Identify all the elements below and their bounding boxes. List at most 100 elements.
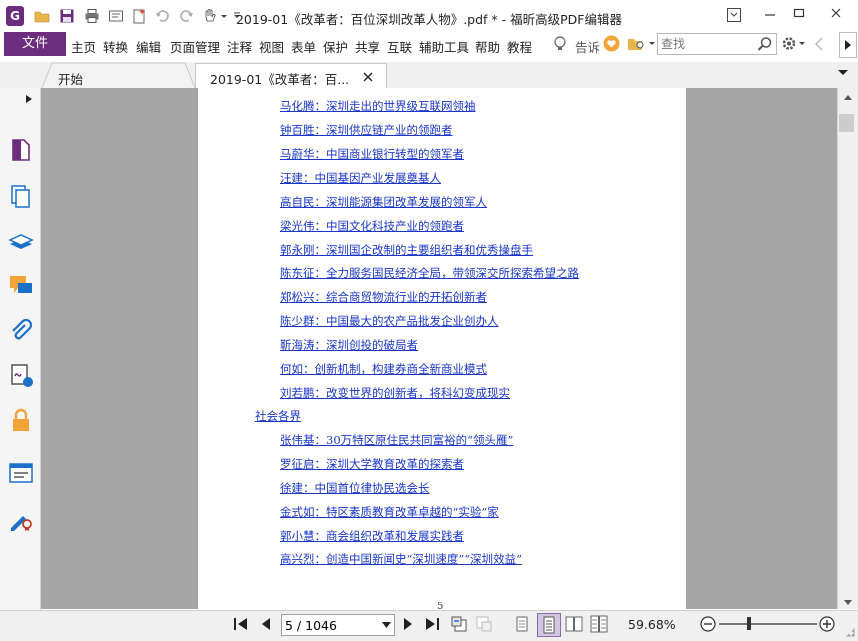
toc-entry[interactable]: 高兴烈：创造中国新闻史“深圳速度”“深圳效益” — [280, 551, 522, 567]
save-icon[interactable] — [59, 8, 75, 24]
vertical-scrollbar[interactable] — [837, 88, 858, 609]
settings-gear-icon[interactable] — [781, 35, 807, 52]
previous-view-icon[interactable] — [450, 615, 468, 633]
toc-category[interactable]: 社会各界 — [255, 408, 301, 424]
menu-connect[interactable]: 互联 — [387, 37, 412, 56]
toc-entry[interactable]: 梁光伟：中国文化科技产业的领跑者 — [280, 218, 464, 234]
toc-entry[interactable]: 马蔚华：中国商业银行转型的领军者 — [280, 146, 464, 162]
zoom-out-icon[interactable] — [699, 615, 717, 633]
search-icon[interactable] — [757, 36, 773, 52]
menu-organize[interactable]: 页面管理 — [170, 37, 220, 56]
properties-icon[interactable] — [108, 8, 124, 24]
form-fields-icon[interactable] — [8, 460, 34, 486]
ribbon-scroll-right-button[interactable] — [839, 32, 857, 58]
next-view-icon[interactable] — [475, 615, 493, 633]
menu-edit[interactable]: 编辑 — [136, 37, 161, 56]
feedback-heart-icon[interactable] — [603, 35, 620, 52]
maximize-icon — [793, 8, 805, 18]
printed-page-number: 5 — [437, 602, 444, 610]
continuous-page-view-icon — [543, 616, 555, 634]
zoom-slider-thumb[interactable] — [747, 617, 751, 630]
signatures-icon[interactable] — [8, 362, 34, 388]
print-icon[interactable] — [84, 8, 100, 24]
continuous-view-button[interactable] — [537, 613, 561, 637]
page-dropdown-chevron-icon[interactable] — [382, 622, 391, 628]
toc-entry[interactable]: 金式如：特区素质教育改革卓越的“实验”家 — [280, 504, 499, 520]
tab-home[interactable]: 开始 — [58, 69, 83, 88]
new-document-icon[interactable] — [131, 8, 147, 24]
zoom-level[interactable]: 59.68% — [628, 617, 676, 632]
toc-entry[interactable]: 靳海涛：深圳创投的破局者 — [280, 337, 418, 353]
maximize-button[interactable] — [788, 6, 810, 24]
scrollbar-thumb[interactable] — [839, 114, 854, 132]
comments-icon[interactable] — [8, 273, 34, 299]
menu-form[interactable]: 表单 — [291, 37, 316, 56]
menu-home[interactable]: 主页 — [71, 37, 96, 56]
close-tab-icon[interactable] — [363, 72, 373, 82]
expand-panel-arrow-icon[interactable] — [25, 94, 33, 104]
lightbulb-icon[interactable] — [553, 35, 567, 53]
toc-entry[interactable]: 徐建：中国首位律协民选会长 — [280, 480, 430, 496]
tab-list-chevron-down-icon[interactable] — [836, 68, 850, 78]
single-page-view-icon[interactable] — [513, 615, 531, 633]
menu-view[interactable]: 视图 — [259, 37, 284, 56]
toc-entry[interactable]: 钟百胜：深圳供应链产业的领跑者 — [280, 122, 453, 138]
toc-entry[interactable]: 马化腾：深圳走出的世界级互联网领袖 — [280, 98, 476, 114]
search-options-icon[interactable] — [627, 35, 655, 52]
minimize-button[interactable] — [759, 6, 781, 24]
layers-icon[interactable] — [8, 229, 34, 255]
undo-icon[interactable] — [155, 8, 171, 24]
toc-entry[interactable]: 罗征启：深圳大学教育改革的探索者 — [280, 456, 464, 472]
toc-entry[interactable]: 汪建：中国基因产业发展奠基人 — [280, 170, 441, 186]
ribbon-scroll-left-icon[interactable] — [813, 36, 825, 52]
page-thumbnails-icon[interactable] — [8, 137, 34, 163]
open-folder-icon[interactable] — [34, 8, 50, 24]
page-navigation-field[interactable] — [281, 614, 395, 636]
redo-icon[interactable] — [178, 8, 194, 24]
attachments-paperclip-icon[interactable] — [8, 318, 34, 344]
toc-entry[interactable]: 郑松兴：综合商贸物流行业的开拓创新者 — [280, 289, 487, 305]
first-page-icon[interactable] — [232, 615, 250, 633]
ribbon-display-options-icon[interactable] — [726, 7, 742, 23]
app-logo[interactable]: G — [6, 6, 24, 26]
resize-grip-icon[interactable] — [842, 624, 856, 638]
toc-entry[interactable]: 郭永刚：深圳国企改制的主要组织者和优秀操盘手 — [280, 242, 533, 258]
menu-accessibility[interactable]: 辅助工具 — [419, 37, 469, 56]
toc-entry[interactable]: 张伟基：30万特区原住民共同富裕的“领头雁” — [280, 432, 513, 448]
search-field[interactable] — [657, 33, 777, 55]
menu-convert[interactable]: 转换 — [103, 37, 128, 56]
zoom-in-icon[interactable] — [818, 615, 836, 633]
search-input[interactable] — [661, 35, 753, 52]
toc-entry[interactable]: 陈少群：中国最大的农产品批发企业创办人 — [280, 313, 499, 329]
file-menu-button[interactable]: 文件 — [4, 32, 66, 56]
menu-share[interactable]: 共享 — [355, 37, 380, 56]
facing-pages-view-icon[interactable] — [565, 615, 583, 633]
next-page-icon[interactable] — [399, 615, 417, 633]
close-window-button[interactable] — [825, 6, 847, 24]
scroll-up-arrow-icon[interactable] — [842, 92, 854, 102]
close-icon — [831, 8, 841, 18]
page-number-input[interactable] — [285, 617, 373, 633]
menu-help[interactable]: 帮助 — [475, 37, 500, 56]
scroll-down-arrow-icon[interactable] — [842, 598, 854, 608]
toc-entry[interactable]: 何如：创新机制，构建券商全新商业模式 — [280, 361, 487, 377]
security-lock-icon[interactable] — [8, 407, 34, 433]
toc-entry[interactable]: 郭小慧：商会组织改革和发展实践者 — [280, 528, 464, 544]
bookmarks-pages-icon[interactable] — [8, 183, 34, 209]
zoom-slider-track[interactable] — [719, 623, 817, 625]
hand-tool-icon[interactable] — [202, 8, 230, 24]
toc-entry[interactable]: 刘若鹏：改变世界的创新者，将科幻变成现实 — [280, 385, 510, 401]
customize-quick-access-icon[interactable] — [232, 8, 242, 24]
menu-protect[interactable]: 保护 — [323, 37, 348, 56]
tab-document-label[interactable]: 2019-01《改革者：百... — [210, 69, 349, 88]
previous-page-icon[interactable] — [257, 615, 275, 633]
minimize-icon — [765, 14, 775, 16]
certificate-signing-icon[interactable] — [8, 506, 34, 532]
toc-entry[interactable]: 高自民：深圳能源集团改革发展的领军人 — [280, 194, 487, 210]
menu-tutorial[interactable]: 教程 — [507, 37, 532, 56]
menu-comment[interactable]: 注释 — [227, 37, 252, 56]
continuous-facing-view-icon[interactable] — [590, 615, 608, 633]
last-page-icon[interactable] — [423, 615, 441, 633]
toc-entry[interactable]: 陈东征：全力服务国民经济全局，带领深交所探索希望之路 — [280, 265, 579, 281]
tell-me-label[interactable]: 告诉 — [575, 37, 600, 56]
